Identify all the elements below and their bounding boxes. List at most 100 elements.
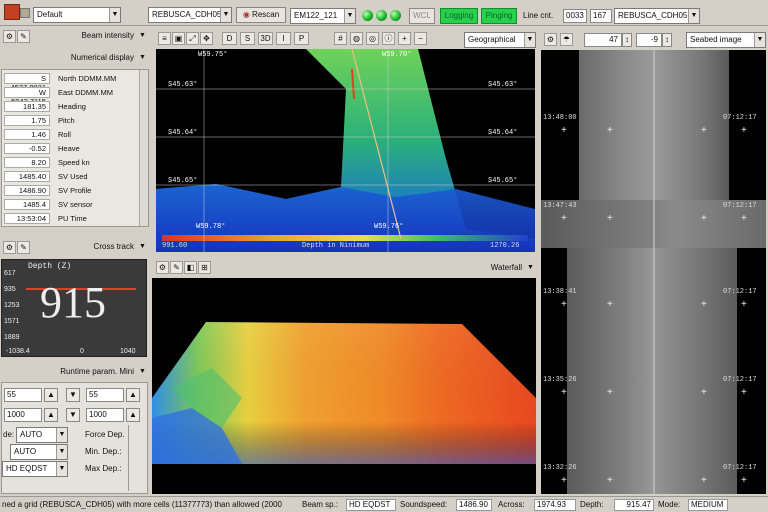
waterfall-mode: Waterfall (490, 263, 522, 272)
line-count-field[interactable]: 0033 (563, 9, 587, 23)
waterfall-tool-2-icon[interactable]: ✎ (170, 261, 183, 274)
status-light-2-icon (376, 10, 387, 21)
depth-x-zero: 0 (80, 348, 84, 355)
numerical-value: 1486.90 (4, 185, 50, 196)
geo-map[interactable]: W59.75° W59.70° S45.63° S45.63° S45.64° … (156, 49, 535, 252)
line-survey-select[interactable]: REBUSCA_CDH05 ▼ (614, 8, 700, 24)
param-b-up-icon[interactable]: ▲ (126, 388, 140, 402)
mode-status-value: MEDIUM (688, 499, 728, 511)
zoom-fit-icon[interactable]: ⤢ (186, 32, 199, 45)
wcl-button[interactable]: WCL (409, 8, 435, 24)
view-mode-1-button[interactable]: S (240, 32, 255, 45)
left-tool-1-icon[interactable]: ⚙ (3, 30, 16, 43)
zoom-out-icon[interactable]: − (414, 32, 427, 45)
depth-x-min: -1038.4 (6, 348, 30, 355)
seabed-value-b[interactable]: -9 (636, 33, 662, 47)
projection-select[interactable]: Geographical ▼ (464, 32, 536, 48)
seabed-time-right: 07:12:17 (723, 464, 757, 472)
param-c-up-icon[interactable]: ▲ (44, 408, 58, 422)
info-icon[interactable]: ⓘ (382, 32, 395, 45)
quality-select[interactable]: HD EQDST ▼ (2, 461, 68, 477)
grid-marker-icon: + (561, 387, 567, 398)
numerical-label: SV Profile (58, 186, 92, 195)
seabed-time-left: 13:35:26 (543, 376, 577, 384)
grid-marker-icon: + (741, 475, 747, 486)
waterfall-tool-4-icon[interactable]: ⊞ (198, 261, 211, 274)
grid-marker-icon: + (701, 475, 707, 486)
rescan-button[interactable]: ◉ Rescan (236, 7, 286, 23)
cross-tool-2-icon[interactable]: ✎ (17, 241, 30, 254)
param-b-field[interactable]: 55 (86, 388, 124, 402)
mode-select[interactable]: AUTO ▼ (16, 427, 68, 443)
seabed-b-spin-icon[interactable]: ↕ (662, 33, 672, 47)
depth-value: 915 (40, 278, 106, 327)
chevron-down-icon: ▼ (56, 445, 67, 459)
mode2-select[interactable]: AUTO ▼ (10, 444, 68, 460)
pan-icon[interactable]: ✥ (200, 32, 213, 45)
seabed-tool-1-icon[interactable]: ⚙ (544, 33, 557, 46)
sounder-select[interactable]: EM122_121 ▼ (290, 8, 356, 24)
param-a-field[interactable]: 55 (4, 388, 42, 402)
compass-icon[interactable]: ◎ (366, 32, 379, 45)
grid-icon[interactable]: # (334, 32, 347, 45)
across-label: Across: (498, 500, 525, 509)
param-a-down-icon[interactable]: ▼ (66, 388, 80, 402)
grid-marker-icon: + (701, 299, 707, 310)
lock-icon[interactable]: ▣ (172, 32, 185, 45)
chevron-down-icon: ▼ (109, 8, 120, 22)
waterfall-select[interactable]: Waterfall ▼ (470, 261, 536, 277)
left-tool-2-icon[interactable]: ✎ (17, 30, 30, 43)
pinging-button[interactable]: Pinging (481, 8, 517, 24)
cross-tool-1-icon[interactable]: ⚙ (3, 241, 16, 254)
profile-select[interactable]: Default ▼ (33, 7, 121, 23)
grid-marker-icon: + (561, 213, 567, 224)
settings-icon[interactable] (20, 8, 30, 18)
seabed-image[interactable]: 13:48:00 07:12:17 + + + +13:47:43 07:12:17 + + + +… (541, 50, 766, 494)
soundspeed-label: Soundspeed: (400, 500, 448, 509)
beam-intensity-select[interactable]: Beam intensity ▼ (56, 29, 148, 45)
waterfall-tool-3-icon[interactable]: ◧ (184, 261, 197, 274)
survey-select[interactable]: REBUSCA_CDH05 ▼ (148, 7, 232, 23)
logging-button[interactable]: Logging (440, 8, 478, 24)
param-d-up-icon[interactable]: ▲ (126, 408, 140, 422)
params-divider (128, 425, 129, 491)
numerical-scrollbar[interactable] (139, 70, 148, 226)
line-number-field[interactable]: 167 (590, 9, 612, 23)
seabed-nadir-line (653, 50, 655, 494)
grid-marker-icon: + (607, 387, 613, 398)
line-survey-value: REBUSCA_CDH05 (618, 11, 688, 20)
param-c-down-icon[interactable]: ▼ (66, 408, 80, 422)
param-a-up-icon[interactable]: ▲ (44, 388, 58, 402)
param-c-field[interactable]: 1000 (4, 408, 42, 422)
layers-icon[interactable]: ≡ (158, 32, 171, 45)
mode-label: de: (3, 430, 15, 439)
grid-marker-icon: + (607, 213, 613, 224)
runtime-params-select[interactable]: Runtime param. Mini ▼ (30, 365, 148, 381)
grid-marker-icon: + (701, 213, 707, 224)
depth-axis-tick: 1253 (4, 302, 20, 309)
seabed-a-spin-icon[interactable]: ↕ (622, 33, 632, 47)
waterfall-tool-1-icon[interactable]: ⚙ (156, 261, 169, 274)
view-mode-2-button[interactable]: 3D (258, 32, 273, 45)
profile-value: Default (37, 10, 63, 19)
view-mode-3-button[interactable]: I (276, 32, 291, 45)
seabed-tool-2-icon[interactable]: ☂ (560, 33, 573, 46)
numerical-label: Speed kn (58, 158, 90, 167)
app-icon[interactable] (4, 4, 20, 20)
zoom-in-icon[interactable]: + (398, 32, 411, 45)
view-mode-0-button[interactable]: D (222, 32, 237, 45)
numerical-display-select[interactable]: Numerical display ▼ (40, 51, 148, 67)
seabed-mode-select[interactable]: Seabed image ▼ (686, 32, 766, 48)
seabed-value-a[interactable]: 47 (584, 33, 622, 47)
status-message: ned a grid (REBUSCA_CDH05) with more cel… (2, 500, 282, 509)
survey-value: REBUSCA_CDH05 (152, 10, 222, 19)
numerical-value: 181.35 (4, 101, 50, 112)
grid-marker-icon: + (741, 299, 747, 310)
view-mode-4-button[interactable]: P (294, 32, 309, 45)
globe-icon[interactable]: ◍ (350, 32, 363, 45)
param-d-field[interactable]: 1000 (86, 408, 124, 422)
grid-marker-icon: + (741, 213, 747, 224)
cross-track-select[interactable]: Cross track ▼ (70, 240, 148, 256)
waterfall-view[interactable] (152, 278, 536, 494)
grid-marker-icon: + (561, 475, 567, 486)
